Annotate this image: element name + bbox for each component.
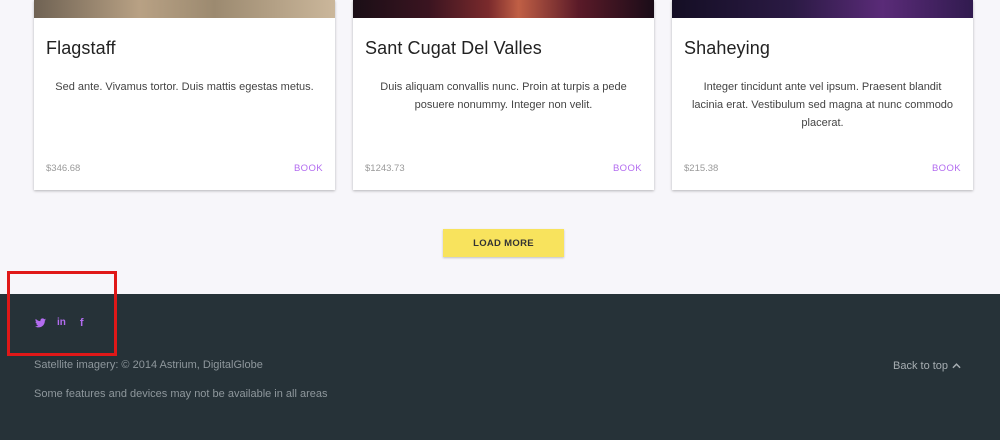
highlight-box	[7, 271, 117, 356]
card-image	[353, 0, 654, 18]
card-image	[34, 0, 335, 18]
card-title: Shaheying	[684, 38, 770, 58]
card-title: Flagstaff	[46, 38, 116, 58]
chevron-up-icon	[952, 363, 961, 369]
card-description: Sed ante. Vivamus tortor. Duis mattis eg…	[55, 81, 314, 93]
availability-disclaimer: Some features and devices may not be ava…	[34, 388, 328, 400]
back-to-top-label: Back to top	[893, 360, 949, 372]
card-title: Sant Cugat Del Valles	[365, 38, 542, 58]
book-button[interactable]: BOOK	[932, 163, 961, 174]
card-description: Integer tincidunt ante vel ipsum. Praese…	[691, 81, 954, 129]
back-to-top-link[interactable]: Back to top	[893, 360, 961, 372]
book-button[interactable]: BOOK	[613, 163, 642, 174]
imagery-credits: Satellite imagery: © 2014 Astrium, Digit…	[34, 359, 263, 371]
card-image	[672, 0, 973, 18]
book-button[interactable]: BOOK	[294, 163, 323, 174]
card-price: $1243.73	[365, 163, 405, 174]
card-description: Duis aliquam convallis nunc. Proin at tu…	[380, 81, 627, 111]
card-price: $215.38	[684, 163, 719, 174]
load-more-button[interactable]: LOAD MORE	[443, 229, 564, 257]
card-price: $346.68	[46, 163, 81, 174]
destination-card: Flagstaff Sed ante. Vivamus tortor. Duis…	[34, 0, 335, 190]
destination-cards: Flagstaff Sed ante. Vivamus tortor. Duis…	[0, 0, 1000, 200]
destination-card: Shaheying Integer tincidunt ante vel ips…	[672, 0, 973, 190]
destination-card: Sant Cugat Del Valles Duis aliquam conva…	[353, 0, 654, 190]
